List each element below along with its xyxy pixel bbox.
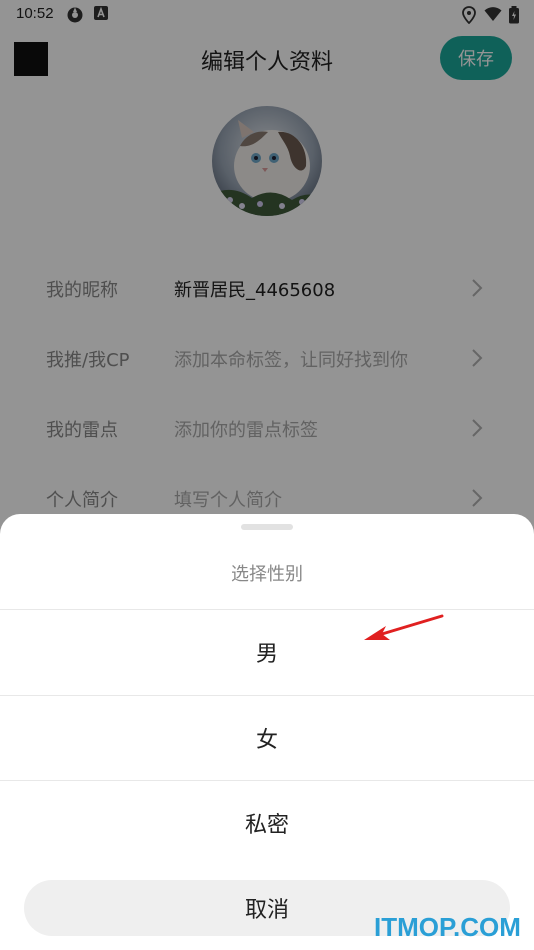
option-female[interactable]: 女	[0, 696, 534, 780]
sheet-title: 选择性别	[231, 564, 303, 585]
option-private[interactable]: 私密	[0, 781, 534, 865]
watermark: ITMOP.COM	[374, 912, 521, 942]
annotation-arrow-icon	[360, 610, 450, 654]
option-male[interactable]: 男	[0, 610, 534, 694]
sheet-drag-handle[interactable]	[241, 524, 293, 530]
gender-bottom-sheet: 选择性别 男 女 私密 取消	[0, 514, 534, 950]
